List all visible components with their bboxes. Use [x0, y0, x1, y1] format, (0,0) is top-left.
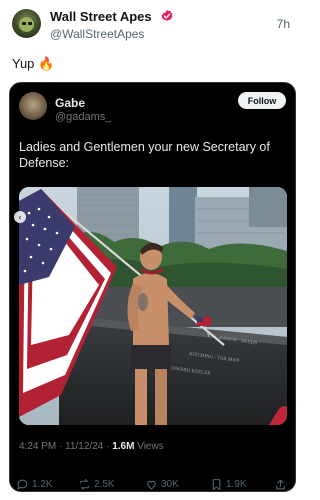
- post-time[interactable]: 7h: [277, 17, 290, 31]
- reply-icon: [17, 479, 28, 491]
- memorial-photo: KITCHING · TAR MAN EDWARD KEELER RAMOS ·…: [19, 187, 287, 425]
- like-count: 30K: [161, 479, 179, 490]
- carousel-prev-icon[interactable]: ‹: [14, 211, 26, 223]
- author-name[interactable]: Wall Street Apes: [50, 9, 152, 24]
- quoted-post-card[interactable]: Gabe @gadams_ Follow Ladies and Gentleme…: [9, 82, 296, 492]
- quoted-post-image[interactable]: KITCHING · TAR MAN EDWARD KEELER RAMOS ·…: [19, 187, 287, 425]
- bookmark-button[interactable]: 1.9K: [210, 478, 247, 491]
- quoted-author-avatar[interactable]: [19, 92, 47, 120]
- follow-button[interactable]: Follow: [238, 92, 286, 109]
- quoted-post-text: Ladies and Gentlemen your new Secretary …: [19, 140, 270, 170]
- avatar-eye: [28, 22, 32, 25]
- share-icon: [276, 479, 285, 490]
- repost-count: 2.5K: [94, 479, 115, 490]
- repost-icon: [80, 479, 89, 490]
- repost-button[interactable]: 2.5K: [78, 478, 115, 491]
- share-button[interactable]: [274, 478, 287, 491]
- verified-badge-icon: [161, 9, 173, 21]
- like-icon: [147, 480, 156, 490]
- views-label: Views: [134, 441, 164, 452]
- quoted-author-name[interactable]: Gabe: [55, 96, 85, 110]
- bookmark-icon: [212, 479, 221, 490]
- post: Wall Street Apes @WallStreetApes 7h Yup …: [0, 0, 304, 500]
- author-avatar[interactable]: [12, 9, 41, 38]
- avatar-eye: [22, 22, 26, 25]
- quoted-post-meta: 4:24 PM · 11/12/24 · 1.6M Views: [19, 441, 164, 452]
- quoted-author-handle[interactable]: @gadams_: [55, 111, 111, 123]
- action-bar: 1.2K 2.5K 30K 1.9K: [0, 478, 304, 494]
- reply-button[interactable]: 1.2K: [16, 478, 53, 491]
- bookmark-count: 1.9K: [226, 479, 247, 490]
- post-text: Yup 🔥: [12, 56, 55, 71]
- author-handle[interactable]: @WallStreetApes: [50, 27, 144, 41]
- views-count: 1.6M: [112, 441, 135, 452]
- reply-count: 1.2K: [32, 479, 53, 490]
- quoted-post-timestamp[interactable]: 4:24 PM · 11/12/24 ·: [19, 441, 112, 452]
- like-button[interactable]: 30K: [145, 478, 179, 491]
